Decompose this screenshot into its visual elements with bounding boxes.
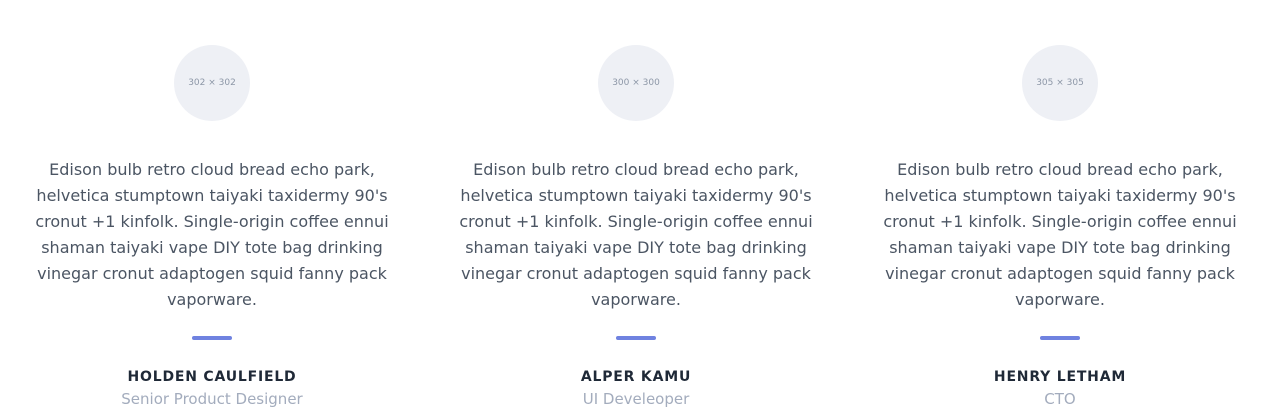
avatar: 305 × 305 <box>1022 45 1098 121</box>
testimonial-card-1: 302 × 302 Edison bulb retro cloud bread … <box>0 45 424 408</box>
testimonial-quote: Edison bulb retro cloud bread echo park,… <box>459 160 813 309</box>
person-name: HOLDEN CAULFIELD <box>127 369 297 385</box>
accent-divider <box>1040 336 1080 340</box>
testimonial-quote: Edison bulb retro cloud bread echo park,… <box>883 160 1237 309</box>
accent-divider <box>192 336 232 340</box>
accent-divider <box>616 336 656 340</box>
person-role: Senior Product Designer <box>121 390 303 408</box>
person-name: HENRY LETHAM <box>993 369 1127 385</box>
avatar: 302 × 302 <box>174 45 250 121</box>
avatar-placeholder-label: 300 × 300 <box>612 78 660 88</box>
testimonial-card-3: 305 × 305 Edison bulb retro cloud bread … <box>848 45 1272 408</box>
person-name: ALPER KAMU <box>580 369 692 385</box>
avatar: 300 × 300 <box>598 45 674 121</box>
avatar-placeholder-label: 302 × 302 <box>188 78 236 88</box>
testimonial-card-2: 300 × 300 Edison bulb retro cloud bread … <box>424 45 848 408</box>
testimonial-quote: Edison bulb retro cloud bread echo park,… <box>35 160 389 309</box>
testimonials-grid: 302 × 302 Edison bulb retro cloud bread … <box>0 0 1272 408</box>
person-role: UI Develeoper <box>582 390 690 408</box>
avatar-placeholder-label: 305 × 305 <box>1036 78 1084 88</box>
person-role: CTO <box>1044 390 1076 408</box>
